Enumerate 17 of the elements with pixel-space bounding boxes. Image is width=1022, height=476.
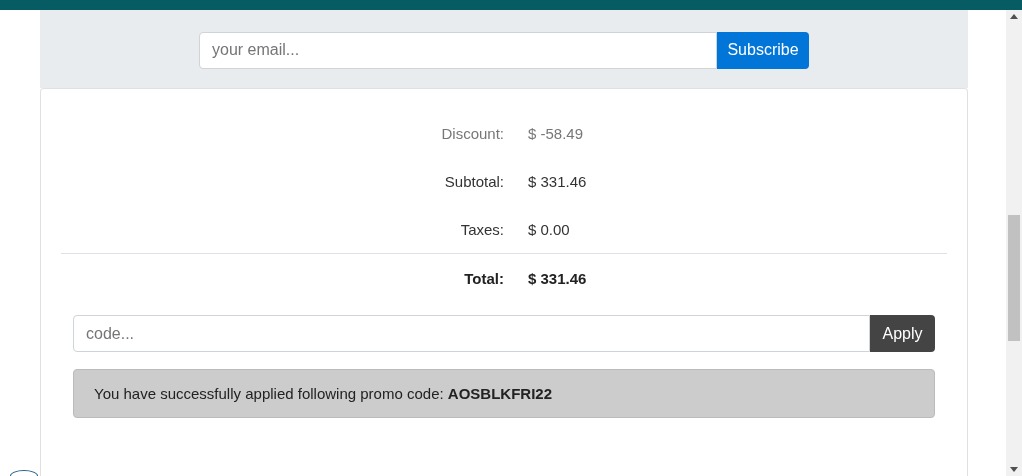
- scroll-down-icon[interactable]: [1010, 467, 1018, 472]
- subscribe-button[interactable]: Subscribe: [717, 31, 809, 69]
- summary-value: $ 0.00: [528, 220, 570, 238]
- summary-label: Subtotal:: [444, 172, 504, 190]
- scrollbar[interactable]: [1006, 10, 1022, 476]
- summary-label: Total:: [464, 270, 504, 287]
- summary-value: $ -58.49: [528, 124, 584, 142]
- summary-label: Taxes:: [460, 220, 504, 238]
- promo-code-field[interactable]: code...: [73, 315, 871, 352]
- apply-button[interactable]: Apply: [870, 315, 935, 352]
- summary-value: $ 331.46: [528, 270, 587, 287]
- scrollbar-thumb[interactable]: [1008, 215, 1020, 341]
- summary-label: Discount:: [441, 124, 504, 142]
- email-field[interactable]: your email...: [199, 31, 717, 69]
- promo-success-alert: You have successfully applied following promo code: AOSBLKFRI22: [73, 369, 935, 418]
- summary-value: $ 331.46: [528, 172, 587, 190]
- scroll-up-icon[interactable]: [1010, 14, 1018, 19]
